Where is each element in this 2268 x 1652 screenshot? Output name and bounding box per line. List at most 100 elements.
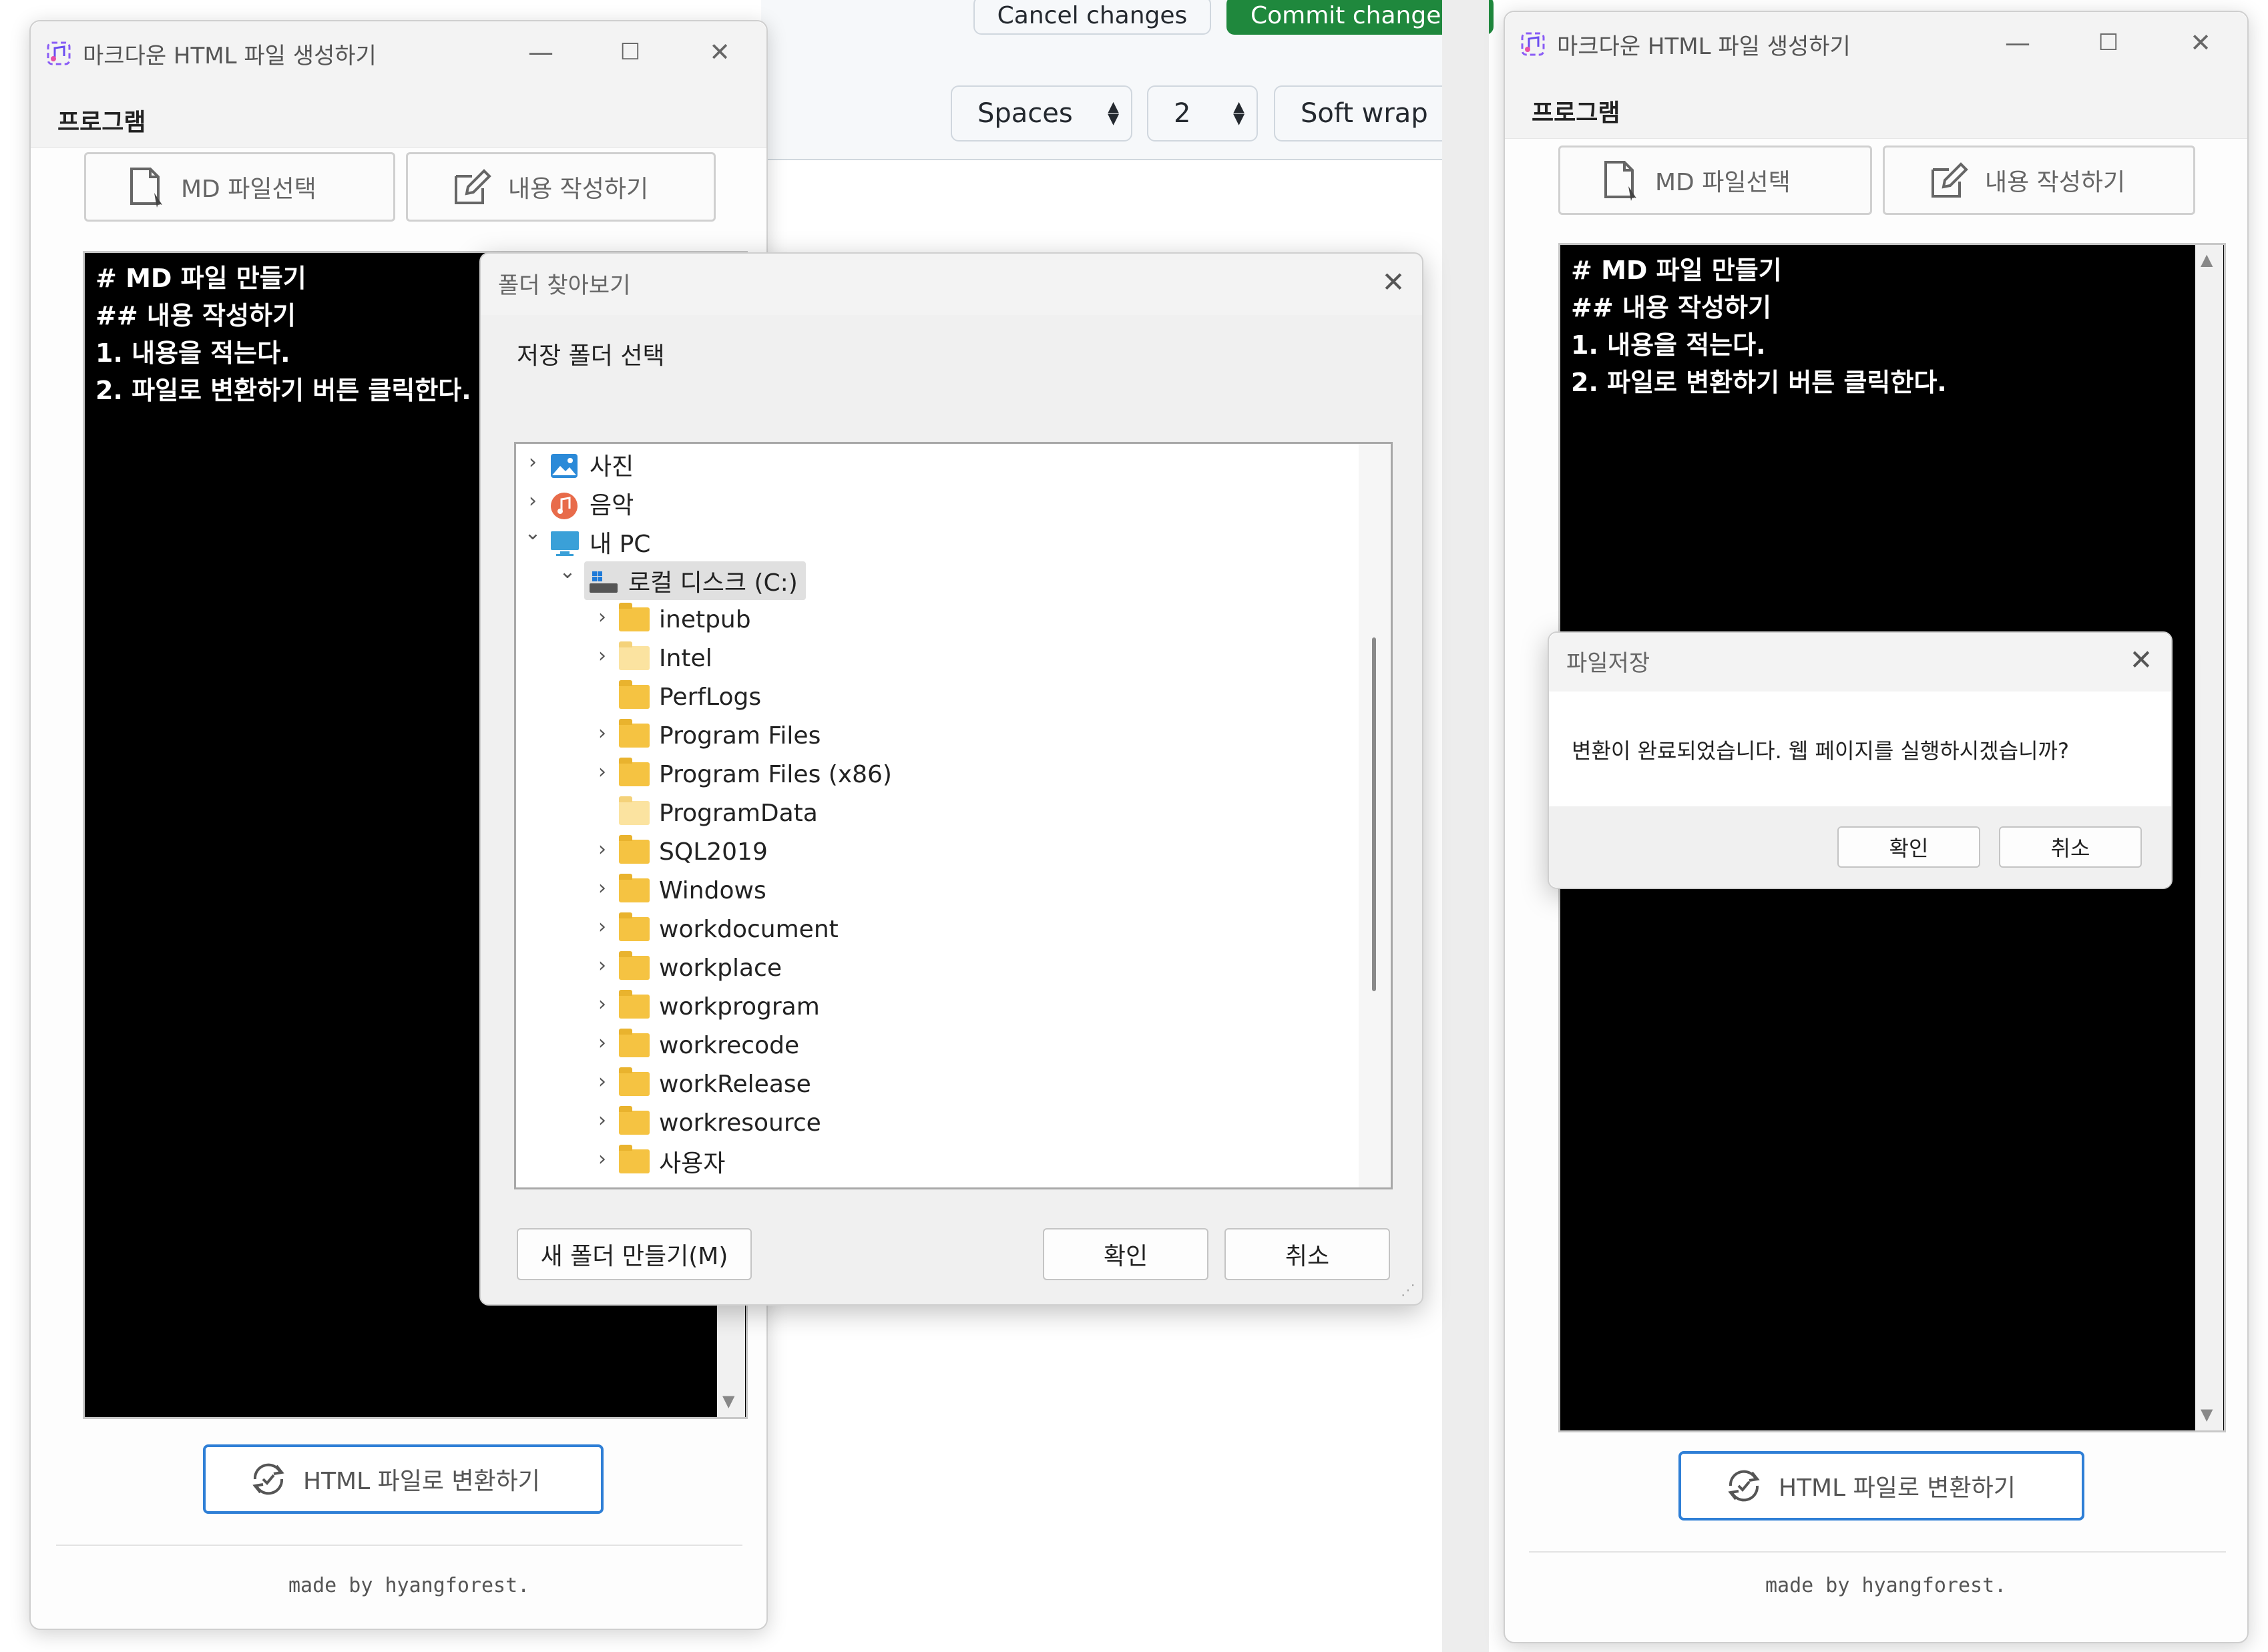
- write-content-button[interactable]: 내용 작성하기: [406, 152, 716, 222]
- tree-item-label: workRelease: [659, 1070, 811, 1098]
- chevron-down-icon[interactable]: ⌄: [557, 560, 578, 583]
- convert-html-label: HTML 파일로 변환하기: [1779, 1474, 2016, 1502]
- cancel-button[interactable]: 취소: [1999, 826, 2142, 868]
- write-content-label: 내용 작성하기: [1985, 169, 2126, 196]
- folder-tree[interactable]: › 사진 › 음악 ⌄ 내 PC ⌄ 로컬 디스크 (C:) › inetpub › Intel Per…: [514, 442, 1393, 1189]
- updown-arrows-icon: ▲ ▼: [1233, 99, 1244, 127]
- tree-item[interactable]: 음악: [549, 484, 634, 523]
- indent-mode-select[interactable]: Spaces ▲ ▼: [951, 85, 1132, 142]
- menu-program[interactable]: 프로그램: [1532, 93, 1620, 128]
- tree-item[interactable]: ProgramData: [619, 794, 818, 832]
- chevron-right-icon[interactable]: ›: [592, 644, 612, 667]
- tree-item-label: workrecode: [659, 1031, 800, 1059]
- ok-button[interactable]: 확인: [1837, 826, 1980, 868]
- tree-item-label: PerfLogs: [659, 683, 762, 711]
- tree-scrollbar[interactable]: [1359, 444, 1391, 1187]
- tree-item[interactable]: workdocument: [619, 910, 839, 948]
- tree-item-label: inetpub: [659, 605, 751, 633]
- tree-item[interactable]: 내 PC: [549, 523, 650, 561]
- tree-item[interactable]: workrecode: [619, 1026, 799, 1065]
- minimize-icon[interactable]: —: [2002, 27, 2034, 59]
- chevron-right-icon[interactable]: ›: [592, 876, 612, 900]
- chevron-down-icon[interactable]: ⌄: [523, 521, 543, 545]
- folder-icon: [619, 641, 650, 670]
- tree-item-label: workprogram: [659, 993, 820, 1021]
- menu-program[interactable]: 프로그램: [57, 103, 146, 137]
- tree-item-label: 로컬 디스크 (C:): [628, 569, 798, 597]
- app-logo-icon: [47, 41, 71, 65]
- tree-item[interactable]: 로컬 디스크 (C:): [584, 561, 806, 600]
- chevron-right-icon[interactable]: ›: [592, 605, 612, 629]
- md-file-select-button[interactable]: MD 파일선택: [1558, 146, 1872, 215]
- scroll-down-icon[interactable]: ▼: [722, 1392, 734, 1410]
- tree-item[interactable]: Intel: [619, 639, 712, 677]
- save-confirm-dialog: 파일저장 ✕ 변환이 완료되었습니다. 웹 페이지를 실행하시겠습니까? 확인 …: [1548, 631, 2173, 889]
- chevron-right-icon[interactable]: ›: [592, 760, 612, 784]
- tree-item[interactable]: workresource: [619, 1103, 821, 1142]
- write-content-button[interactable]: 내용 작성하기: [1883, 146, 2195, 215]
- tree-item[interactable]: Program Files (x86): [619, 755, 892, 794]
- tree-item[interactable]: workplace: [619, 948, 782, 987]
- convert-html-button[interactable]: HTML 파일로 변환하기: [203, 1444, 604, 1514]
- editor-scrollbar[interactable]: ▲ ▼: [2195, 245, 2223, 1430]
- folder-icon: [619, 1067, 650, 1096]
- chevron-right-icon[interactable]: ›: [592, 915, 612, 938]
- write-content-label: 내용 작성하기: [508, 176, 649, 203]
- indent-size-value: 2: [1174, 98, 1191, 129]
- folder-icon: [619, 796, 650, 825]
- chevron-right-icon[interactable]: ›: [592, 838, 612, 861]
- chevron-right-icon[interactable]: ›: [592, 954, 612, 977]
- convert-html-label: HTML 파일로 변환하기: [303, 1468, 540, 1495]
- tree-scrollbar-thumb[interactable]: [1372, 637, 1376, 991]
- tree-item[interactable]: workRelease: [619, 1065, 811, 1103]
- chevron-right-icon[interactable]: ›: [523, 489, 543, 513]
- tree-item-label: 사진: [590, 453, 634, 481]
- tree-item[interactable]: 사용자: [619, 1142, 725, 1181]
- footer-credit: made by hyangforest.: [288, 1574, 530, 1597]
- window-title: 마크다운 HTML 파일 생성하기: [1557, 33, 1851, 60]
- convert-html-button[interactable]: HTML 파일로 변환하기: [1678, 1451, 2084, 1521]
- resize-grip-icon[interactable]: ⋰: [1401, 1282, 1415, 1299]
- tree-item[interactable]: PerfLogs: [619, 677, 761, 716]
- folder-icon: [619, 719, 650, 748]
- close-icon[interactable]: ✕: [704, 36, 736, 68]
- chevron-right-icon[interactable]: ›: [592, 1070, 612, 1093]
- chevron-right-icon[interactable]: ›: [523, 451, 543, 474]
- chevron-right-icon[interactable]: ›: [592, 993, 612, 1016]
- maximize-icon[interactable]: ☐: [2092, 27, 2124, 59]
- tree-item-label: Intel: [659, 644, 712, 672]
- close-icon[interactable]: ✕: [2185, 27, 2217, 59]
- tree-item[interactable]: workprogram: [619, 987, 820, 1026]
- new-folder-button[interactable]: 새 폴더 만들기(M): [517, 1228, 752, 1280]
- cancel-button[interactable]: 취소: [1224, 1228, 1390, 1280]
- folder-icon: [619, 1145, 650, 1173]
- wrap-mode-select[interactable]: Soft wrap: [1274, 85, 1447, 142]
- tree-item[interactable]: 사진: [549, 445, 634, 484]
- cancel-changes-button[interactable]: Cancel changes: [973, 0, 1211, 35]
- chevron-right-icon[interactable]: ›: [592, 722, 612, 745]
- tree-item-label: Windows: [659, 876, 766, 904]
- folder-icon: [619, 1029, 650, 1057]
- scroll-down-icon[interactable]: ▼: [2201, 1405, 2213, 1424]
- tree-item-label: 내 PC: [590, 531, 651, 558]
- scroll-up-icon[interactable]: ▲: [2201, 250, 2213, 269]
- minimize-icon[interactable]: —: [525, 36, 557, 68]
- chevron-right-icon[interactable]: ›: [592, 1109, 612, 1132]
- chevron-right-icon[interactable]: ›: [592, 1147, 612, 1171]
- tree-item[interactable]: Windows: [619, 871, 766, 910]
- indent-size-select[interactable]: 2 ▲ ▼: [1147, 85, 1258, 142]
- music-icon: [549, 491, 580, 519]
- tree-item[interactable]: SQL2019: [619, 832, 768, 871]
- maximize-icon[interactable]: ☐: [614, 36, 646, 68]
- chevron-right-icon[interactable]: ›: [592, 1031, 612, 1055]
- tree-item[interactable]: Program Files: [619, 716, 821, 755]
- close-icon[interactable]: ✕: [1377, 266, 1410, 299]
- edit-pencil-icon: [455, 169, 491, 204]
- md-file-select-button[interactable]: MD 파일선택: [84, 152, 395, 222]
- close-icon[interactable]: ✕: [2124, 643, 2158, 677]
- title-bar: 마크다운 HTML 파일 생성하기 — ☐ ✕: [1505, 12, 2247, 76]
- edit-pencil-icon: [1932, 162, 1968, 198]
- tree-item[interactable]: inetpub: [619, 600, 751, 639]
- footer-divider: [1529, 1551, 2226, 1553]
- ok-button[interactable]: 확인: [1043, 1228, 1208, 1280]
